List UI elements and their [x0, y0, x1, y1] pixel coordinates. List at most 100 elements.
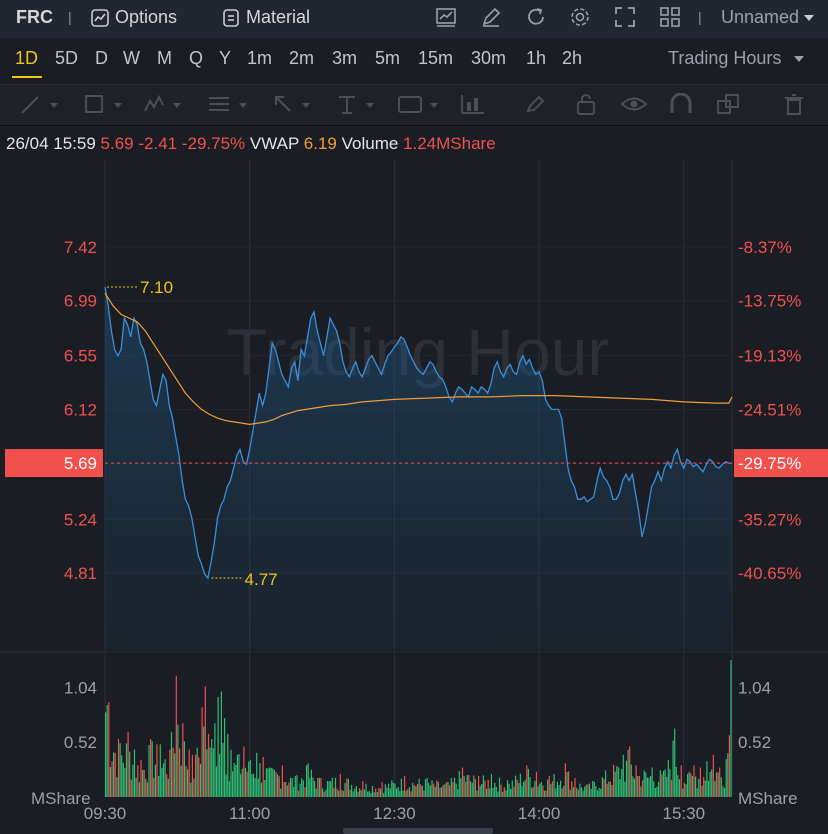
- volume-bar: [638, 775, 640, 797]
- volume-bar: [206, 749, 208, 797]
- layout-grid-icon[interactable]: [658, 5, 682, 29]
- volume-bar: [153, 777, 155, 797]
- volume-bar: [404, 775, 406, 797]
- volume-bar: [492, 788, 494, 797]
- volume-bar: [471, 782, 473, 797]
- trash-icon[interactable]: [782, 93, 806, 115]
- magnet-icon[interactable]: [668, 93, 694, 115]
- indicator-tool-icon[interactable]: [460, 93, 486, 115]
- volume-bar: [624, 781, 626, 797]
- volume-bar: [434, 786, 436, 797]
- x-axis-time-label: 14:00: [518, 804, 561, 823]
- arrow-tool-icon[interactable]: [272, 93, 316, 115]
- volume-bar: [515, 775, 517, 797]
- volume-bar: [603, 779, 605, 797]
- volume-bar: [465, 781, 467, 797]
- layout-name-dropdown[interactable]: Unnamed: [721, 0, 815, 34]
- pattern-tool-icon[interactable]: [143, 93, 187, 115]
- tf-5m[interactable]: 5m: [375, 48, 400, 69]
- volume-bar: [349, 789, 351, 797]
- volume-bar: [368, 791, 370, 797]
- brush-tool-icon[interactable]: [524, 93, 550, 115]
- volume-bar: [127, 731, 129, 797]
- tf-15m[interactable]: 15m: [418, 48, 453, 69]
- rectangle-tool-icon[interactable]: [84, 93, 128, 115]
- volume-bar: [108, 702, 110, 797]
- volume-bar: [392, 782, 394, 797]
- volume-bar: [531, 788, 533, 797]
- intraday-chart[interactable]: Trading Hour 5.69 -29.75%7.42 -8.37%6.99 -1…: [0, 160, 828, 828]
- volume-bar: [117, 739, 120, 797]
- tf-d[interactable]: D: [95, 48, 108, 69]
- tf-3m[interactable]: 3m: [332, 48, 357, 69]
- current-price-label: 5.69: [64, 454, 97, 473]
- refresh-icon[interactable]: [524, 5, 548, 29]
- visibility-eye-icon[interactable]: [620, 93, 648, 115]
- fullscreen-icon[interactable]: [613, 5, 637, 29]
- volume-bar: [212, 748, 214, 797]
- volume-bar: [593, 781, 595, 797]
- settings-gear-icon[interactable]: [568, 5, 592, 29]
- symbol-label[interactable]: FRC: [16, 0, 53, 34]
- tf-w[interactable]: W: [123, 48, 140, 69]
- volume-bar: [428, 783, 430, 797]
- volume-bar: [357, 791, 359, 797]
- volume-bar: [543, 790, 546, 797]
- volume-bar: [633, 778, 636, 797]
- lock-icon[interactable]: [574, 93, 600, 115]
- volume-bar: [709, 772, 711, 797]
- tf-5d[interactable]: 5D: [55, 48, 78, 69]
- options-button[interactable]: Options: [90, 0, 177, 34]
- volume-bar: [146, 782, 148, 797]
- tf-2h[interactable]: 2h: [562, 48, 582, 69]
- volume-bar: [662, 770, 665, 797]
- volume-bar: [474, 779, 476, 797]
- volume-bar: [143, 770, 145, 797]
- volume-bar: [391, 780, 393, 797]
- toolbar-divider: |: [68, 9, 72, 25]
- tf-1d[interactable]: 1D: [15, 48, 38, 69]
- volume-bar: [625, 760, 628, 797]
- volume-bar: [656, 786, 658, 797]
- volume-bar: [670, 779, 673, 797]
- fibonacci-tool-icon[interactable]: [207, 93, 251, 115]
- volume-bar: [635, 765, 637, 797]
- volume-bar: [523, 782, 525, 797]
- drawing-pen-icon[interactable]: [479, 5, 503, 29]
- volume-bar: [333, 787, 335, 797]
- volume-bar: [198, 757, 200, 797]
- chart-type-icon[interactable]: [434, 5, 458, 29]
- volume-bar: [421, 786, 423, 797]
- volume-bar: [693, 765, 695, 797]
- tf-30m[interactable]: 30m: [471, 48, 506, 69]
- price-axis-label: 6.55: [64, 347, 97, 366]
- tf-y[interactable]: Y: [219, 48, 231, 69]
- volume-bar: [113, 752, 115, 797]
- volume-bar: [248, 761, 250, 797]
- material-button[interactable]: Material: [221, 0, 310, 34]
- volume-bar: [416, 784, 419, 797]
- volume-bar: [310, 769, 312, 797]
- volume-bar: [574, 778, 576, 797]
- tf-1h[interactable]: 1h: [526, 48, 546, 69]
- timeline-scroll-handle[interactable]: [343, 828, 493, 834]
- session-dropdown[interactable]: Trading Hours: [668, 48, 805, 69]
- volume-bar: [490, 773, 492, 797]
- volume-bar: [646, 777, 648, 797]
- volume-bar: [191, 754, 193, 797]
- layers-icon[interactable]: [716, 93, 742, 115]
- tf-2m[interactable]: 2m: [289, 48, 314, 69]
- volume-bar: [463, 775, 465, 797]
- volume-bar: [630, 764, 632, 797]
- volume-bar: [232, 771, 234, 797]
- volume-bar: [498, 777, 501, 797]
- tf-q[interactable]: Q: [189, 48, 203, 69]
- tf-m[interactable]: M: [157, 48, 172, 69]
- volume-bar: [367, 791, 369, 797]
- volume-bar: [130, 779, 132, 797]
- trendline-tool-icon[interactable]: [20, 93, 64, 115]
- label-tool-icon[interactable]: [398, 93, 442, 115]
- tf-1m[interactable]: 1m: [247, 48, 272, 69]
- text-tool-icon[interactable]: [336, 93, 380, 115]
- volume-bar: [466, 775, 468, 797]
